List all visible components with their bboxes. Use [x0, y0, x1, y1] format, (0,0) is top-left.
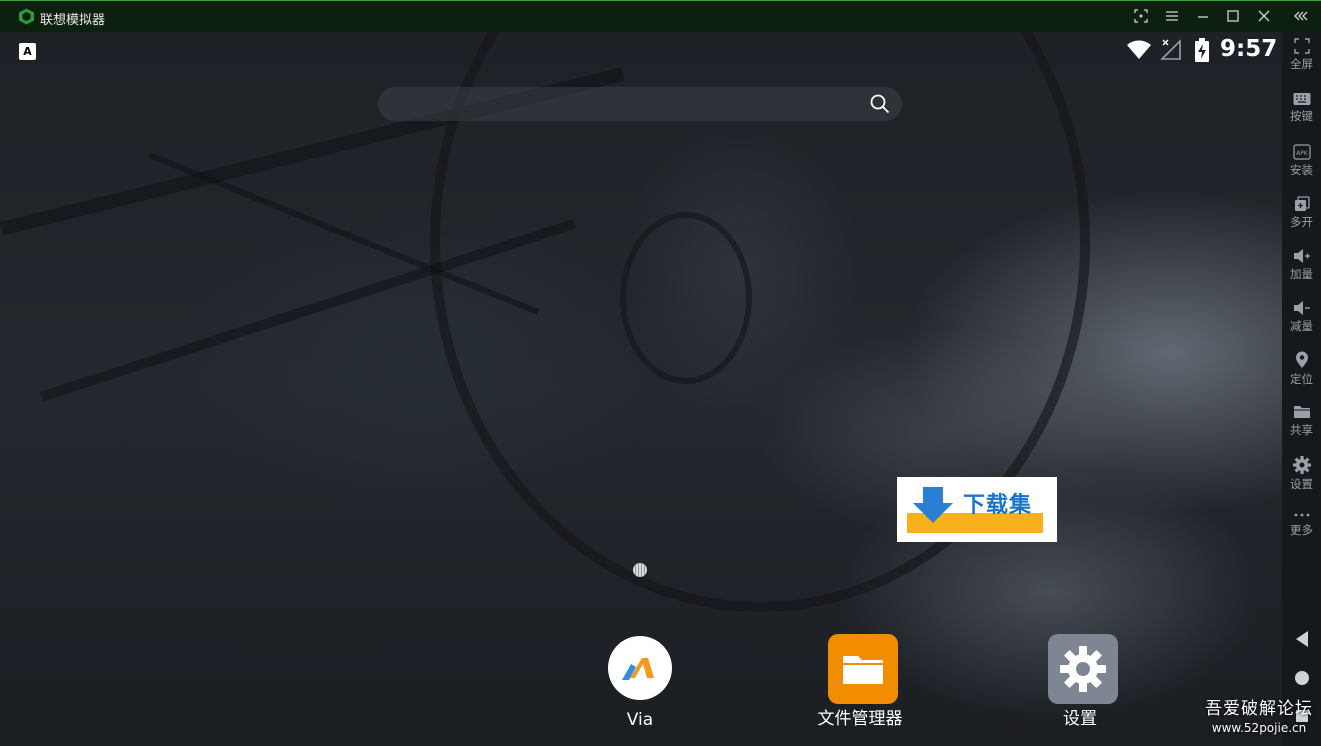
- close-icon: [1258, 10, 1270, 22]
- folder-icon[interactable]: [828, 634, 898, 704]
- forum-name: 吾爱破解论坛: [1205, 699, 1313, 719]
- folder-share-icon: [1293, 406, 1310, 418]
- volume-down-icon: [1293, 301, 1310, 315]
- a-badge-icon: A: [19, 43, 36, 60]
- toolbar-label: 减量: [1290, 319, 1313, 333]
- battery-charging-icon: [1195, 38, 1209, 62]
- minimize-button[interactable]: [1193, 7, 1213, 27]
- back-triangle-icon: [1295, 631, 1308, 647]
- multi-instance-icon: [1294, 196, 1310, 211]
- toolbar-more[interactable]: 更多: [1282, 510, 1321, 538]
- toolbar-label: 定位: [1290, 372, 1313, 386]
- toolbar-label: 全屏: [1290, 57, 1313, 71]
- home-circle-icon: [1294, 671, 1309, 685]
- search-icon[interactable]: [870, 94, 890, 114]
- toolbar-location[interactable]: 定位: [1282, 351, 1321, 387]
- maximize-icon: [1227, 10, 1239, 22]
- location-pin-icon: [1295, 351, 1308, 368]
- toolbar-volume-up[interactable]: 加量: [1282, 248, 1321, 282]
- toolbar-label: 安装: [1290, 163, 1313, 177]
- hamburger-icon: [1166, 11, 1178, 21]
- android-home-screen[interactable]: A 9:57 下载集 Via 文件管理器 设置: [0, 32, 1282, 746]
- search-bar[interactable]: [378, 87, 902, 121]
- app-settings[interactable]: 设置: [1020, 634, 1140, 729]
- minimize-icon: [1198, 16, 1208, 18]
- apk-icon: APK: [1292, 144, 1311, 160]
- app-label: 设置: [1063, 709, 1097, 729]
- download-site-watermark: 下载集: [897, 477, 1057, 542]
- menu-button[interactable]: [1162, 7, 1182, 27]
- capture-icon: [1134, 9, 1148, 23]
- touch-cursor-indicator: [633, 563, 647, 577]
- wallpaper-ring-small: [620, 212, 752, 384]
- toolbar-settings[interactable]: 设置: [1282, 456, 1321, 492]
- app-via[interactable]: Via: [580, 636, 700, 730]
- wifi-icon: [1127, 40, 1151, 59]
- no-signal-icon: [1160, 39, 1181, 60]
- maximize-button[interactable]: [1223, 7, 1243, 27]
- gear-icon: [1292, 456, 1311, 474]
- app-label: 文件管理器: [817, 709, 903, 729]
- window-title: 联想模拟器: [40, 13, 106, 28]
- settings-gear-icon[interactable]: [1048, 634, 1118, 704]
- app-label: Via: [626, 710, 654, 730]
- keyboard-icon: [1293, 93, 1310, 105]
- screenshot-capture-button[interactable]: [1131, 7, 1151, 27]
- close-button[interactable]: [1254, 7, 1274, 27]
- emulator-logo-icon: [19, 8, 34, 25]
- fullscreen-icon: [1293, 38, 1310, 54]
- toolbar-install-apk[interactable]: APK 安装: [1282, 144, 1321, 178]
- toolbar-volume-down[interactable]: 减量: [1282, 300, 1321, 334]
- toolbar-keymap[interactable]: 按键: [1282, 92, 1321, 124]
- title-bar: 联想模拟器: [0, 0, 1321, 32]
- forum-watermark: 吾爱破解论坛 www.52pojie.cn: [1198, 694, 1320, 735]
- app-file-manager[interactable]: 文件管理器: [800, 634, 920, 729]
- toolbar-label: 按键: [1290, 109, 1313, 123]
- volume-up-icon: [1293, 249, 1310, 263]
- status-clock: 9:57: [1220, 36, 1278, 62]
- via-browser-icon[interactable]: [608, 636, 672, 700]
- watermark-logo-text: 下载集: [963, 493, 1033, 518]
- toolbar-label: 设置: [1290, 477, 1313, 491]
- toolbar-label: 多开: [1290, 215, 1313, 229]
- svg-text:APK: APK: [1296, 150, 1309, 157]
- toolbar-label: 更多: [1290, 523, 1313, 537]
- toolbar-label: 共享: [1290, 423, 1313, 437]
- forum-url: www.52pojie.cn: [1211, 721, 1307, 735]
- toolbar-shared-folder[interactable]: 共享: [1282, 404, 1321, 438]
- collapse-toolbar-button[interactable]: [1291, 7, 1311, 27]
- toolbar-fullscreen[interactable]: 全屏: [1282, 38, 1321, 72]
- more-dots-icon: [1294, 513, 1309, 517]
- toolbar-multi-instance[interactable]: 多开: [1282, 196, 1321, 230]
- nav-home-button[interactable]: [1282, 670, 1321, 690]
- double-chevron-left-icon: [1294, 11, 1308, 21]
- toolbar-label: 加量: [1290, 267, 1313, 281]
- nav-back-button[interactable]: [1282, 630, 1321, 652]
- emulator-side-toolbar: 全屏 按键 APK 安装 多开 加量 减量 定位 共享 设置 更多: [1282, 32, 1321, 746]
